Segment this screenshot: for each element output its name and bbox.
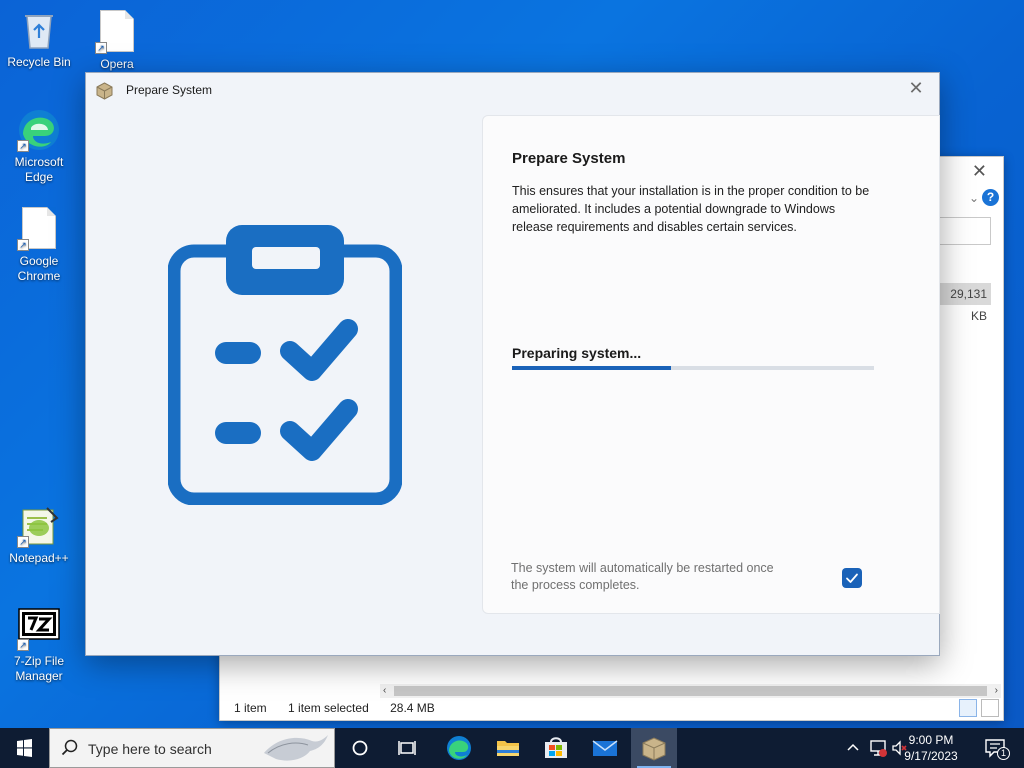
prepare-system-dialog: Prepare System ✕ Prepare System This ens…: [85, 72, 940, 656]
edge-icon: [447, 736, 471, 760]
store-bag-icon: [545, 737, 567, 758]
help-icon[interactable]: ?: [982, 189, 999, 206]
taskbar-mail-button[interactable]: [582, 728, 628, 768]
task-view-icon: [398, 741, 416, 755]
clipboard-checklist-icon: [167, 225, 403, 506]
cortana-button[interactable]: [337, 728, 383, 768]
dialog-title-bar: Prepare System ✕: [86, 73, 939, 107]
desktop-icon-microsoft-edge[interactable]: ↗ Microsoft Edge: [1, 108, 77, 185]
clock-time: 9:00 PM: [908, 733, 954, 747]
desktop-icon-google-chrome[interactable]: ↗ Google Chrome: [1, 207, 77, 284]
search-placeholder: Type here to search: [88, 741, 212, 757]
network-icon[interactable]: [868, 738, 888, 758]
details-view-icon[interactable]: [959, 699, 977, 717]
search-icon: [61, 739, 78, 756]
taskbar-edge-button[interactable]: [436, 728, 482, 768]
taskbar-store-button[interactable]: [533, 728, 579, 768]
edge-icon: ↗: [17, 108, 61, 152]
file-size-cell: 29,131 KB: [931, 283, 991, 323]
dialog-title: Prepare System: [126, 83, 213, 97]
status-selected-count: 1 item selected: [288, 701, 369, 715]
panel-heading: Prepare System: [512, 150, 626, 167]
desktop-icon-7zip[interactable]: ↗ 7-Zip File Manager: [1, 607, 77, 684]
taskbar-search-box[interactable]: Type here to search: [49, 728, 335, 768]
taskbar: Type here to search 9:00 PM 9/17/2023 1: [0, 728, 1024, 768]
restart-checkbox[interactable]: [842, 568, 862, 588]
progress-bar-fill: [512, 366, 672, 370]
file-icon: ↗: [17, 207, 61, 251]
taskbar-installer-button[interactable]: [631, 728, 677, 768]
desktop-icon-notepad-plus-plus[interactable]: ↗ Notepad++: [1, 504, 77, 566]
shortcut-arrow-icon: ↗: [95, 42, 107, 54]
progress-label: Preparing system...: [512, 345, 642, 361]
status-selected-size: 28.4 MB: [390, 701, 435, 715]
shortcut-arrow-icon: ↗: [17, 239, 29, 251]
manta-ray-icon: [264, 735, 328, 761]
mail-icon: [592, 740, 618, 756]
installer-box-icon: [95, 81, 114, 100]
scrollbar-thumb[interactable]: [394, 686, 987, 696]
shortcut-arrow-icon: ↗: [17, 639, 29, 651]
desktop-icon-recycle-bin[interactable]: Recycle Bin: [1, 8, 77, 70]
status-item-count: 1 item: [234, 701, 267, 715]
explorer-search-input[interactable]: [931, 217, 991, 245]
chevron-down-icon[interactable]: ⌄: [969, 191, 979, 205]
recycle-bin-icon: [17, 8, 61, 52]
notification-center-button[interactable]: 1: [984, 738, 1010, 760]
large-icons-view-icon[interactable]: [981, 699, 999, 717]
view-toggle: [959, 699, 999, 717]
dialog-close-button[interactable]: ✕: [905, 77, 927, 99]
windows-logo-icon: [17, 739, 32, 757]
shortcut-arrow-icon: ↗: [17, 536, 29, 548]
notepad-plus-plus-icon: ↗: [17, 504, 61, 548]
installer-box-icon: [642, 737, 666, 761]
clock-date: 9/17/2023: [904, 749, 958, 763]
explorer-status-bar: 1 item 1 item selected 28.4 MB: [220, 696, 1003, 720]
start-button[interactable]: [0, 728, 48, 768]
desktop-icon-opera[interactable]: ↗ Opera: [79, 10, 155, 72]
file-icon: ↗: [95, 10, 139, 54]
notification-count-badge: 1: [997, 747, 1010, 760]
taskbar-file-explorer-button[interactable]: [485, 728, 531, 768]
folder-icon: [497, 741, 519, 756]
shortcut-arrow-icon: ↗: [17, 140, 29, 152]
taskbar-clock[interactable]: 9:00 PM 9/17/2023: [896, 732, 966, 764]
chevron-up-icon[interactable]: [846, 740, 860, 756]
cortana-circle-icon: [352, 740, 368, 756]
restart-note: The system will automatically be restart…: [511, 561, 774, 592]
seven-zip-icon: ↗: [17, 607, 61, 651]
progress-bar: [512, 366, 874, 370]
task-view-button[interactable]: [384, 728, 430, 768]
explorer-close-icon[interactable]: ✕: [972, 161, 987, 182]
panel-description: This ensures that your installation is i…: [512, 184, 870, 234]
checkmark-icon: [846, 573, 858, 583]
content-panel: Prepare System This ensures that your in…: [482, 115, 940, 614]
